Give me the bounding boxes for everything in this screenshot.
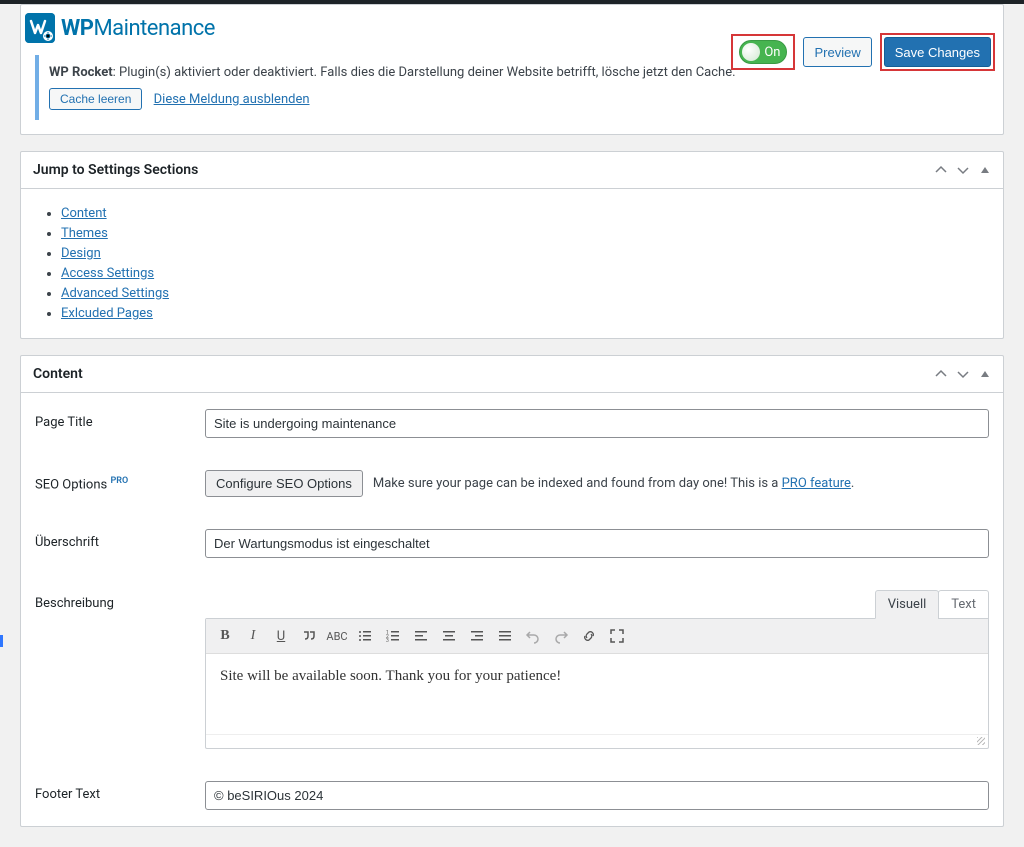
content-section-title: Content [33,366,83,382]
chevron-down-icon[interactable] [957,164,969,176]
pro-badge: PRO [110,476,128,486]
seo-options-label: SEO Options PRO [35,470,205,492]
plugin-header-panel: WPMaintenance On Preview Save Changes WP… [20,4,1004,135]
svg-text:3: 3 [386,638,389,644]
postbox-tools [935,164,991,176]
annotation-toggle-highlight: On [731,34,795,70]
chevron-down-icon[interactable] [957,368,969,380]
jump-link-excluded[interactable]: Exlcuded Pages [61,306,153,321]
headline-label: Überschrift [35,529,205,550]
left-edge-accent [0,635,3,647]
toggle-knob-icon [742,43,760,61]
toggle-label: On [764,45,780,60]
footer-text-label: Footer Text [35,781,205,802]
jump-list: Content Themes Design Access Settings Ad… [35,206,989,321]
underline-icon[interactable]: U [268,623,294,649]
italic-icon[interactable]: I [240,623,266,649]
description-label: Beschreibung [35,590,205,611]
quote-icon[interactable] [296,623,322,649]
align-justify-icon[interactable] [492,623,518,649]
content-section-box: Content Page Title SEO Options PRO Confi… [20,355,1004,827]
configure-seo-button[interactable]: Configure SEO Options [205,470,363,497]
preview-button[interactable]: Preview [803,37,871,67]
align-center-icon[interactable] [436,623,462,649]
align-right-icon[interactable] [464,623,490,649]
strikethrough-icon[interactable]: ABC [324,623,350,649]
page-title-label: Page Title [35,409,205,430]
editor-tab-text[interactable]: Text [938,590,989,619]
annotation-save-highlight: Save Changes [880,33,995,71]
maintenance-toggle[interactable]: On [739,40,787,64]
triangle-up-icon[interactable] [979,164,991,176]
clear-cache-button[interactable]: Cache leeren [49,88,142,110]
bullet-list-icon[interactable] [352,623,378,649]
save-changes-button[interactable]: Save Changes [884,37,991,67]
jump-link-advanced[interactable]: Advanced Settings [61,286,169,301]
redo-icon[interactable] [548,623,574,649]
number-list-icon[interactable]: 123 [380,623,406,649]
undo-icon[interactable] [520,623,546,649]
fullscreen-icon[interactable] [604,623,630,649]
chevron-up-icon[interactable] [935,368,947,380]
headline-input[interactable] [205,529,989,558]
page-title-input[interactable] [205,409,989,438]
dismiss-notice-link[interactable]: Diese Meldung ausblenden [154,92,310,107]
chevron-up-icon[interactable] [935,164,947,176]
postbox-tools [935,368,991,380]
triangle-up-icon[interactable] [979,368,991,380]
plugin-logo-text: WPMaintenance [61,16,215,41]
bold-icon[interactable]: B [212,623,238,649]
editor-content-area[interactable]: Site will be available soon. Thank you f… [206,654,988,734]
jump-link-content[interactable]: Content [61,206,107,221]
rich-text-editor: B I U ABC 123 [205,618,989,749]
seo-help-text: Make sure your page can be indexed and f… [373,476,855,491]
wpmaintenance-logo-icon [25,13,55,43]
notice-message: : Plugin(s) aktiviert oder deaktiviert. … [113,65,736,80]
link-icon[interactable] [576,623,602,649]
jump-link-themes[interactable]: Themes [61,226,108,241]
pro-feature-link[interactable]: PRO feature [782,476,851,491]
editor-tab-visual[interactable]: Visuell [875,590,940,619]
editor-toolbar: B I U ABC 123 [206,619,988,654]
align-left-icon[interactable] [408,623,434,649]
jump-link-access[interactable]: Access Settings [61,266,154,281]
footer-text-input[interactable] [205,781,989,810]
jump-sections-title: Jump to Settings Sections [33,162,198,178]
editor-resize-handle[interactable] [206,734,988,748]
jump-sections-box: Jump to Settings Sections Content Themes… [20,151,1004,339]
notice-prefix: WP Rocket [49,65,113,80]
jump-link-design[interactable]: Design [61,246,101,261]
